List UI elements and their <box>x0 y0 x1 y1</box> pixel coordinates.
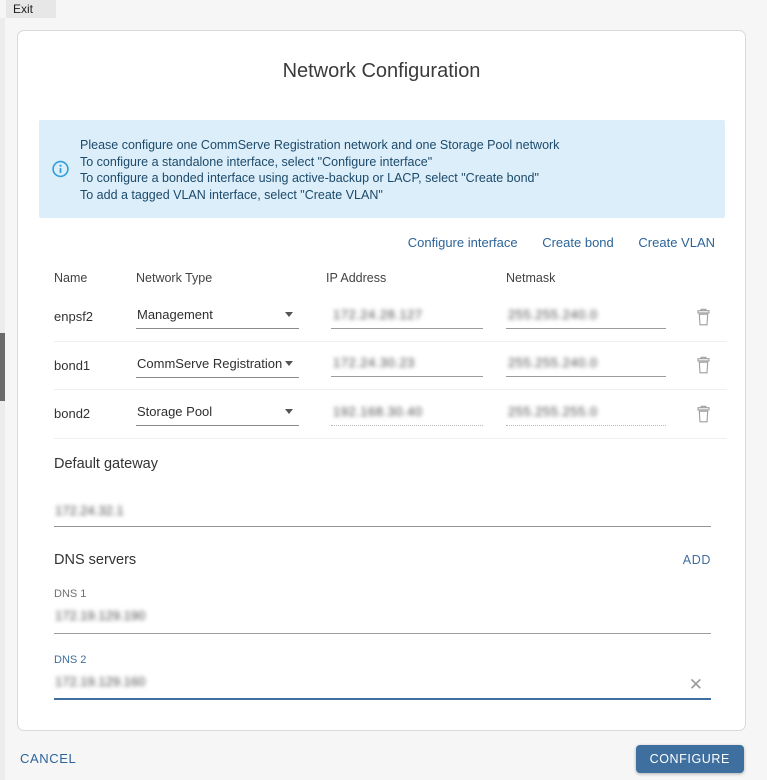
configure-button[interactable]: CONFIGURE <box>636 745 744 773</box>
dns-servers-section: DNS servers ADD DNS 1 172.19.129.190 DNS… <box>54 552 711 700</box>
network-type-value: Storage Pool <box>137 404 212 419</box>
network-type-value: CommServe Registration <box>137 356 282 371</box>
info-line: Please configure one CommServe Registrat… <box>80 137 711 154</box>
trash-icon <box>696 405 711 423</box>
exit-button[interactable]: Exit <box>6 0 56 18</box>
ip-address-input[interactable]: 172.24.30.23 <box>331 353 483 377</box>
network-type-select[interactable]: Management <box>136 304 299 329</box>
table-row: bond1 CommServe Registration 172.24.30.2… <box>54 342 727 391</box>
info-line: To add a tagged VLAN interface, select "… <box>80 187 711 204</box>
delete-interface-button[interactable] <box>696 308 727 326</box>
dns-entry: DNS 2 172.19.129.160 ✕ <box>54 654 711 700</box>
column-header-ip: IP Address <box>326 271 506 285</box>
interface-name: bond2 <box>54 406 136 421</box>
default-gateway-section: Default gateway 172.24.32.1 <box>54 456 711 527</box>
netmask-input[interactable]: 255.255.240.0 <box>506 353 666 377</box>
dns-entry: DNS 1 172.19.129.190 <box>54 588 711 634</box>
network-type-value: Management <box>137 307 213 322</box>
interfaces-table: Name Network Type IP Address Netmask enp… <box>54 263 727 439</box>
table-header-row: Name Network Type IP Address Netmask <box>54 263 727 293</box>
dns2-label: DNS 2 <box>54 654 711 666</box>
network-configuration-dialog: Network Configuration Please configure o… <box>17 30 746 731</box>
delete-interface-button[interactable] <box>696 356 727 374</box>
table-row: enpsf2 Management 172.24.28.127 255.255.… <box>54 293 727 342</box>
interface-name: enpsf2 <box>54 309 136 324</box>
trash-icon <box>696 356 711 374</box>
dns2-input[interactable]: 172.19.129.160 <box>54 673 711 700</box>
page-title: Network Configuration <box>18 60 745 83</box>
chevron-down-icon <box>285 312 293 317</box>
info-line: To configure a bonded interface using ac… <box>80 170 711 187</box>
column-header-network-type: Network Type <box>136 271 326 285</box>
cancel-button[interactable]: CANCEL <box>20 751 76 766</box>
dns1-input[interactable]: 172.19.129.190 <box>54 607 711 634</box>
chevron-down-icon <box>285 361 293 366</box>
column-header-netmask: Netmask <box>506 271 696 285</box>
info-icon <box>52 161 69 178</box>
default-gateway-input[interactable]: 172.24.32.1 <box>54 501 711 527</box>
clear-dns2-icon[interactable]: ✕ <box>689 676 703 693</box>
table-row: bond2 Storage Pool 192.168.30.40 255.255… <box>54 390 727 439</box>
default-gateway-label: Default gateway <box>54 456 711 472</box>
add-dns-button[interactable]: ADD <box>683 553 711 567</box>
dns1-label: DNS 1 <box>54 588 711 600</box>
ip-address-input[interactable]: 172.24.28.127 <box>331 305 483 329</box>
ip-address-input[interactable]: 192.168.30.40 <box>331 402 483 426</box>
table-actions: Configure interface Create bond Create V… <box>18 235 715 250</box>
configure-interface-link[interactable]: Configure interface <box>408 235 518 250</box>
netmask-input[interactable]: 255.255.255.0 <box>506 402 666 426</box>
column-header-name: Name <box>54 271 136 285</box>
chevron-down-icon <box>285 409 293 414</box>
network-type-select[interactable]: CommServe Registration <box>136 353 299 378</box>
dns-servers-heading: DNS servers <box>54 552 136 568</box>
network-type-select[interactable]: Storage Pool <box>136 401 299 426</box>
delete-interface-button[interactable] <box>696 405 727 423</box>
interface-name: bond1 <box>54 358 136 373</box>
info-line: To configure a standalone interface, sel… <box>80 154 711 171</box>
info-banner: Please configure one CommServe Registrat… <box>39 120 725 218</box>
create-bond-link[interactable]: Create bond <box>542 235 614 250</box>
left-scrollbar-thumb[interactable] <box>0 333 5 401</box>
create-vlan-link[interactable]: Create VLAN <box>638 235 715 250</box>
trash-icon <box>696 308 711 326</box>
netmask-input[interactable]: 255.255.240.0 <box>506 305 666 329</box>
